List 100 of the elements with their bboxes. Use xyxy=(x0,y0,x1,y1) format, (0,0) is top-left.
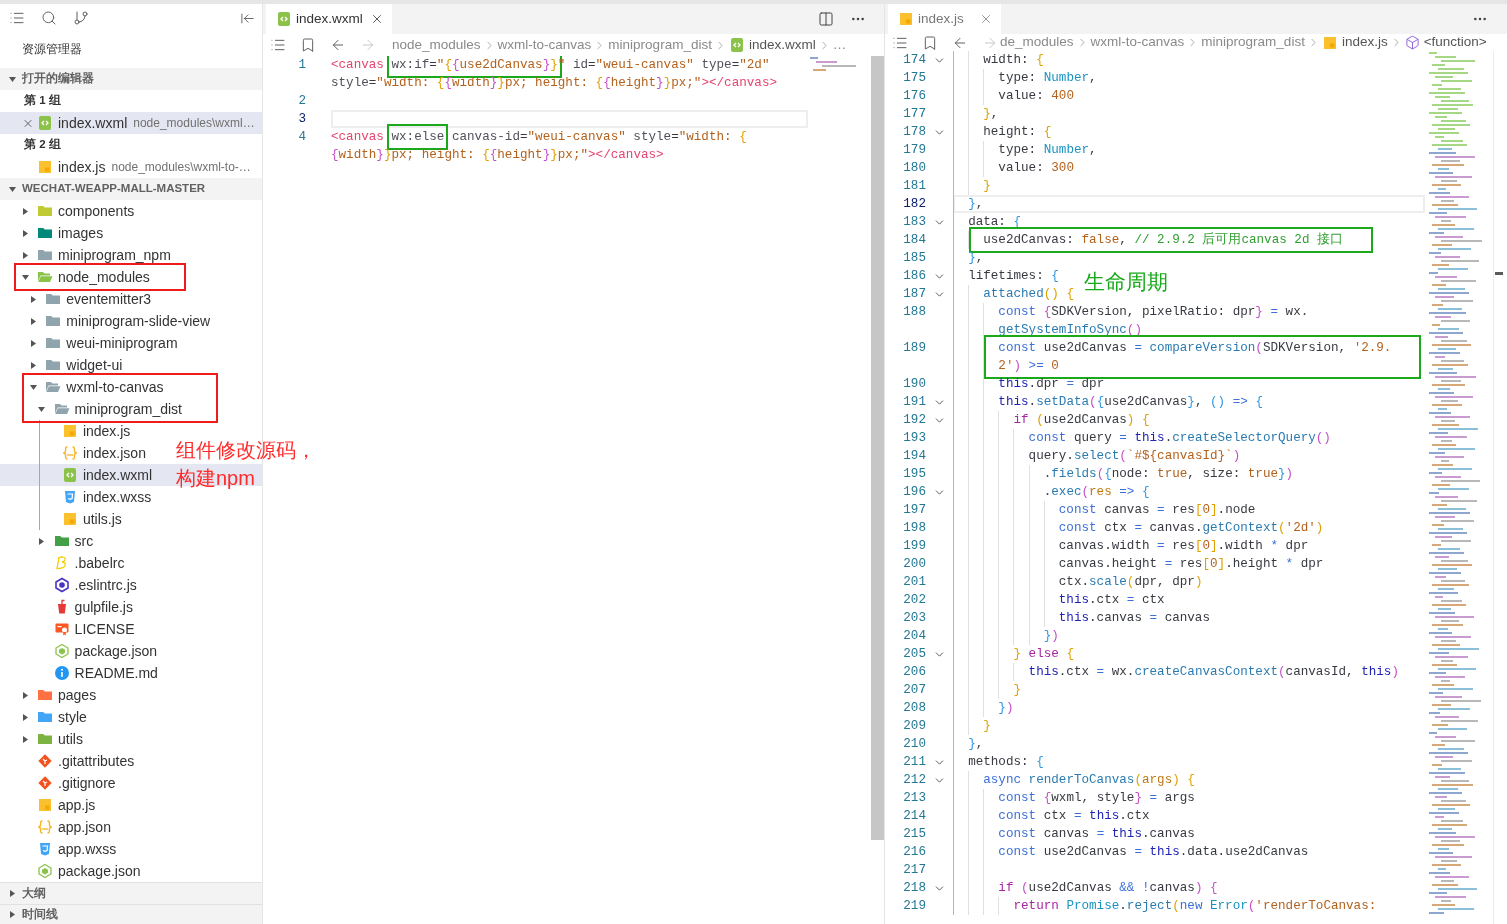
tree-item[interactable]: README.md xyxy=(35,662,158,684)
tree-item[interactable]: .gitignore xyxy=(19,772,116,794)
bookmark-icon[interactable] xyxy=(300,37,316,53)
line-number: 187 xyxy=(903,287,926,301)
open-editor-item[interactable]: index.js node_modules\wxml-to-… xyxy=(0,156,262,178)
search-icon[interactable] xyxy=(41,10,57,26)
line-number: 3 xyxy=(298,112,306,126)
caret-right-icon[interactable] xyxy=(22,207,28,215)
line-number: 199 xyxy=(903,539,926,553)
breadcrumb-item[interactable]: … xyxy=(832,34,847,56)
js-file-icon xyxy=(1321,34,1338,51)
tree-item[interactable]: miniprogram_dist xyxy=(35,398,182,420)
annotation-text: 组件修改源码， 构建npm xyxy=(176,438,316,491)
line-number: 208 xyxy=(903,701,926,715)
breadcrumb-item[interactable]: index.js xyxy=(1321,34,1388,51)
tree-item[interactable]: wxml-to-canvas xyxy=(27,376,164,398)
caret-right-icon[interactable] xyxy=(30,295,36,303)
breadcrumb-item[interactable]: index.wxml xyxy=(728,34,816,56)
tree-item[interactable]: pages xyxy=(19,684,97,706)
caret-down-icon[interactable] xyxy=(21,274,29,280)
close-icon[interactable] xyxy=(979,12,993,26)
tree-item[interactable]: index.json xyxy=(43,442,146,464)
code-text: {width}}px; height: {{height}}px;"></canvas> xyxy=(331,148,664,162)
breadcrumb-item[interactable]: miniprogram_dist xyxy=(1201,34,1305,51)
line-number: 210 xyxy=(903,737,926,751)
list-icon[interactable] xyxy=(9,10,25,26)
code-line: if (use2dCanvas) { xyxy=(1013,412,1150,429)
section-header[interactable]: 大纲 xyxy=(0,882,262,904)
tree-item[interactable]: .gitattributes xyxy=(19,750,135,772)
tree-item[interactable]: package.json xyxy=(19,860,141,882)
line-number: 195 xyxy=(903,467,926,481)
section-header[interactable]: WECHAT-WEAPP-MALL-MASTER xyxy=(0,178,262,200)
caret-right-icon[interactable] xyxy=(9,890,15,897)
line-number: 186 xyxy=(903,269,926,283)
tree-item[interactable]: widget-ui xyxy=(27,354,123,376)
tree-item[interactable]: .babelrc xyxy=(35,552,125,574)
tree-item[interactable]: app.json xyxy=(19,816,111,838)
tree-item[interactable]: miniprogram_npm xyxy=(19,244,171,266)
line-number: 196 xyxy=(903,485,926,499)
tree-item[interactable]: node_modules xyxy=(19,266,150,288)
tree-item[interactable]: app.js xyxy=(19,794,96,816)
code-line: }, xyxy=(968,736,984,753)
tree-item[interactable]: app.wxss xyxy=(19,838,117,860)
tree-item[interactable]: images xyxy=(19,222,104,244)
caret-right-icon[interactable] xyxy=(22,229,28,237)
tree-item[interactable]: LICENSE xyxy=(35,618,135,640)
code-line: const query = this.createSelectorQuery() xyxy=(1028,430,1331,447)
code-line: this.setData({use2dCanvas}, () => { xyxy=(998,394,1263,411)
code-text: <canvas xyxy=(331,58,385,72)
tree-item[interactable]: utils.js xyxy=(43,508,122,530)
section-header[interactable]: 打开的编辑器 xyxy=(0,68,262,90)
section-header[interactable]: 时间线 xyxy=(0,904,262,924)
caret-right-icon[interactable] xyxy=(30,361,36,369)
caret-right-icon[interactable] xyxy=(22,735,28,743)
list-icon[interactable] xyxy=(270,37,286,53)
tab[interactable]: index.wxml xyxy=(266,4,392,34)
breadcrumb-item[interactable]: wxml-to-canvas xyxy=(1090,34,1185,51)
breadcrumb-item[interactable]: wxml-to-canvas xyxy=(497,34,592,56)
tree-item[interactable]: eventemitter3 xyxy=(27,288,152,310)
tree-item[interactable]: index.js xyxy=(43,420,131,442)
open-editor-item[interactable]: index.wxml node_modules\wxml… xyxy=(0,112,262,134)
breadcrumb-item[interactable]: de_modules xyxy=(1000,34,1074,51)
tree-item[interactable]: utils xyxy=(19,728,83,750)
caret-right-icon[interactable] xyxy=(9,911,15,918)
breadcrumb-item[interactable]: node_modules xyxy=(392,34,481,56)
caret-right-icon[interactable] xyxy=(22,713,28,721)
bookmark-icon[interactable] xyxy=(922,34,938,51)
tab[interactable]: index.js xyxy=(888,4,1001,34)
split-editor-icon[interactable] xyxy=(818,11,834,27)
line-number: 209 xyxy=(903,719,926,733)
caret-down-icon[interactable] xyxy=(8,76,16,82)
caret-down-icon[interactable] xyxy=(8,186,16,192)
breadcrumb-item[interactable]: <function> xyxy=(1404,34,1487,51)
tree-item[interactable]: gulpfile.js xyxy=(35,596,133,618)
tree-item[interactable]: index.wxss xyxy=(43,486,152,508)
caret-right-icon[interactable] xyxy=(39,537,45,545)
line-number: 177 xyxy=(903,107,926,121)
js-file-icon xyxy=(37,159,53,175)
code-line: ctx.scale(dpr, dpr) xyxy=(1058,574,1203,591)
tree-item[interactable]: miniprogram-slide-view xyxy=(27,310,211,332)
code-line: .fields({node: true, size: true}) xyxy=(1043,466,1294,483)
tree-item[interactable]: weui-miniprogram xyxy=(27,332,178,354)
tree-item[interactable]: .eslintrc.js xyxy=(35,574,137,596)
line-number: 216 xyxy=(903,845,926,859)
tree-item[interactable]: components xyxy=(19,200,135,222)
tree-item[interactable]: index.wxml xyxy=(43,464,153,486)
caret-right-icon[interactable] xyxy=(30,317,36,325)
tree-item[interactable]: style xyxy=(19,706,87,728)
caret-down-icon[interactable] xyxy=(38,406,46,412)
caret-right-icon[interactable] xyxy=(30,339,36,347)
caret-right-icon[interactable] xyxy=(22,251,28,259)
back-arrow-icon[interactable] xyxy=(330,37,346,53)
tree-item[interactable]: src xyxy=(35,530,94,552)
caret-down-icon[interactable] xyxy=(29,384,37,390)
scrollbar-thumb[interactable] xyxy=(871,56,884,840)
caret-right-icon[interactable] xyxy=(22,691,28,699)
code-text: " id="weui-canvas" type="2d" xyxy=(557,58,770,72)
tree-item[interactable]: package.json xyxy=(35,640,158,662)
branch-icon[interactable] xyxy=(73,10,89,26)
breadcrumb-item[interactable]: miniprogram_dist xyxy=(608,34,712,56)
